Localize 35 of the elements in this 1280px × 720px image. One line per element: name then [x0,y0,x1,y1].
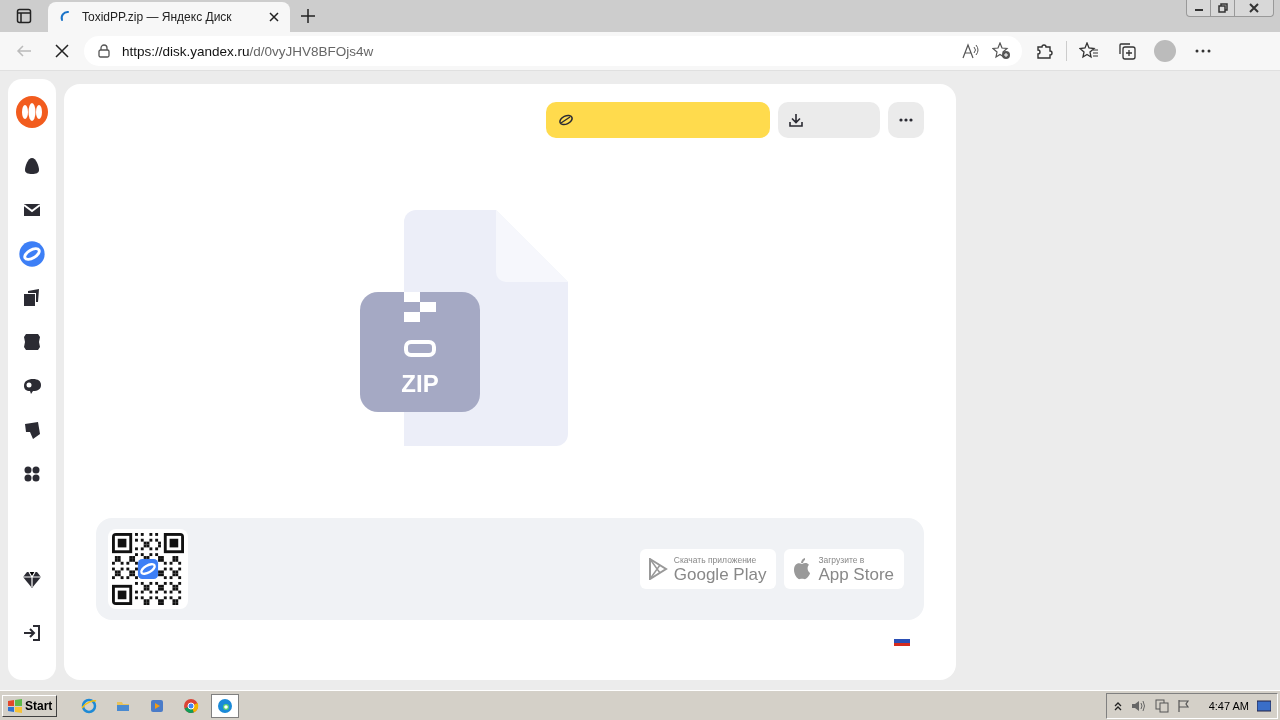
play-triangle-icon [647,558,668,580]
read-aloud-icon[interactable] [962,43,980,59]
file-type-label: ZIP [401,370,439,398]
edge-icon[interactable] [211,694,240,718]
apple-icon [792,558,813,580]
back-arrow-icon [16,43,32,59]
show-desktop-icon[interactable] [1257,700,1271,712]
volume-icon[interactable] [1130,699,1147,713]
lock-icon [98,44,110,58]
address-bar[interactable]: https://disk.yandex.ru/d/0vyJHV8BFOjs4w [84,36,1022,66]
app-store-button[interactable]: Загрузите в App Store [784,549,904,589]
loading-spinner-icon [58,10,72,24]
more-options-button[interactable] [888,102,924,138]
disk-logo-icon [558,113,574,127]
url-text: https://disk.yandex.ru/d/0vyJHV8BFOjs4w [122,43,375,59]
more-icon [899,118,913,122]
clock: 4:47 AM [1208,700,1249,712]
close-icon[interactable] [268,11,280,23]
add-favorite-icon[interactable] [992,42,1012,60]
logo-icon[interactable] [15,95,49,129]
tab-title: ToxidPP.zip — Яндекс Диск [82,10,233,24]
google-play-button[interactable]: Скачать приложение Google Play [639,549,777,589]
show-hidden-icons[interactable] [1112,700,1123,712]
restore-icon [1216,2,1229,14]
start-button[interactable]: Start [2,695,58,717]
windows-logo-icon [7,699,23,713]
network-icon[interactable] [1154,699,1169,713]
close-icon [55,44,69,58]
plus-icon [300,8,316,24]
browser-tab[interactable]: ToxidPP.zip — Яндекс Диск [48,2,290,32]
language-flag[interactable] [894,636,910,646]
download-icon [788,112,804,128]
zipper-icon [404,292,436,358]
close-icon [1248,2,1260,14]
flag-icon[interactable] [1176,699,1191,713]
